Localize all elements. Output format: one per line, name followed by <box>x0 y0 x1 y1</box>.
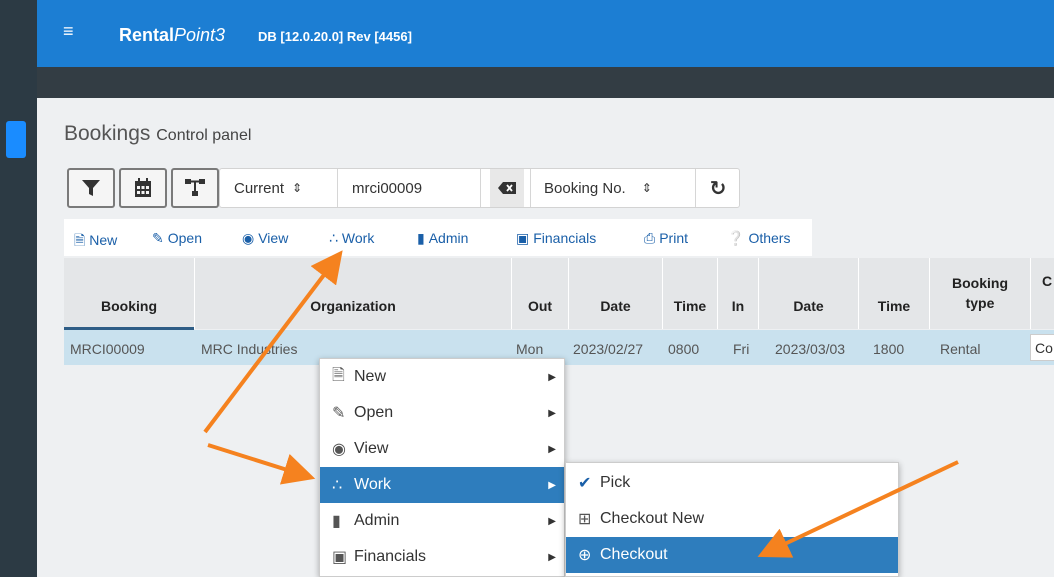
filter-icon <box>82 180 100 196</box>
action-view[interactable]: ◉ View <box>242 230 288 247</box>
hierarchy-button[interactable] <box>171 168 219 208</box>
action-print[interactable]: ⎙ Print <box>644 230 688 247</box>
plus-square-icon: ⊞ <box>578 511 592 528</box>
top-navbar: ≡ RentalPoint3 DB [12.0.20.0] Rev [4456] <box>37 0 1054 67</box>
check-icon: ✔ <box>578 475 592 492</box>
folder-icon: ▮ <box>417 230 425 246</box>
search-field-select[interactable]: Booking No. ⇕ <box>544 169 694 207</box>
chevron-right-icon: ▶ <box>548 551 556 563</box>
folder-icon: ▮ <box>332 513 341 530</box>
cell-organization: MRC Industries <box>201 341 298 357</box>
refresh-icon: ↻ <box>709 177 727 200</box>
action-others[interactable]: ❔ Others <box>727 230 790 247</box>
menu-item-financials[interactable]: ▣ Financials ▶ <box>320 539 564 575</box>
sidebar-tab[interactable] <box>6 121 26 158</box>
eye-icon: ◉ <box>332 441 346 458</box>
table-header: Booking Organization Out Date Time In Da… <box>64 258 1054 329</box>
print-icon: ⎙ <box>644 230 656 246</box>
edit-icon: ✎ <box>332 405 346 422</box>
backspace-icon <box>498 182 516 194</box>
eye-icon: ◉ <box>242 230 255 246</box>
money-icon: ▣ <box>516 230 530 246</box>
search-toolbar: Current ⇕ mrci00009 Booking No. ⇕ ↻ <box>219 168 740 208</box>
col-organization[interactable]: Organization <box>195 298 511 314</box>
menu-item-view[interactable]: ◉ View ▶ <box>320 431 564 467</box>
cell-booking: MRCI00009 <box>70 341 145 357</box>
col-booking-type[interactable]: Booking type <box>930 273 1030 313</box>
action-new[interactable]: 🗎 New <box>74 230 117 254</box>
col-in[interactable]: In <box>718 298 758 314</box>
submenu-item-pick[interactable]: ✔ Pick <box>566 465 898 501</box>
action-financials[interactable]: ▣ Financials <box>516 230 596 247</box>
cell-in-time: 1800 <box>873 341 905 357</box>
current-select[interactable]: Current ⇕ <box>234 169 334 207</box>
chevron-right-icon: ▶ <box>548 407 556 419</box>
cell-booking-type: Rental <box>940 341 981 357</box>
col-out-time[interactable]: Time <box>663 298 717 314</box>
col-clipped[interactable]: C <box>1042 273 1052 289</box>
question-icon: ❔ <box>727 230 745 246</box>
context-menu: 🗎 New ▶ ✎ Open ▶ ◉ View ▶ ∴ Work ▶ ▮ Admin ▶ ▣ Fina… <box>319 358 565 577</box>
search-input[interactable]: mrci00009 <box>352 169 477 207</box>
select-caret-icon: ⇕ <box>292 181 303 195</box>
action-work[interactable]: ∴ Work <box>329 230 374 247</box>
cell-out-date: 2023/02/27 <box>573 341 644 357</box>
chevron-right-icon: ▶ <box>548 371 556 383</box>
calendar-icon <box>135 178 151 197</box>
page-subtitle: Control panel <box>156 127 252 144</box>
secondary-bar <box>37 67 1054 98</box>
sitemap-icon <box>185 179 205 196</box>
col-out-date[interactable]: Date <box>569 298 662 314</box>
cell-out-time: 0800 <box>668 341 700 357</box>
menu-item-new[interactable]: 🗎 New ▶ <box>320 359 564 395</box>
left-sidebar <box>0 0 37 577</box>
chevron-right-icon: ▶ <box>548 443 556 455</box>
work-submenu: ✔ Pick ⊞ Checkout New ⊕ Checkout <box>565 462 899 577</box>
spinner-icon: ∴ <box>329 230 338 246</box>
cell-clipped: Co <box>1030 334 1054 361</box>
money-icon: ▣ <box>332 549 348 566</box>
page-title: Bookings Control panel <box>64 122 252 145</box>
refresh-button[interactable]: ↻ <box>696 169 740 207</box>
hamburger-menu-icon[interactable]: ≡ <box>63 22 74 40</box>
db-version-info: DB [12.0.20.0] Rev [4456] <box>258 29 412 44</box>
menu-item-work[interactable]: ∴ Work ▶ <box>320 467 564 503</box>
action-admin[interactable]: ▮ Admin <box>417 230 468 247</box>
select-caret-icon: ⇕ <box>641 181 652 195</box>
file-icon: 🗎 <box>74 232 86 248</box>
submenu-item-checkout[interactable]: ⊕ Checkout <box>566 537 898 573</box>
calendar-button[interactable] <box>119 168 167 208</box>
app-brand: RentalPoint3 <box>119 25 226 45</box>
col-in-time[interactable]: Time <box>859 298 929 314</box>
clear-search-button[interactable] <box>490 169 524 207</box>
col-out[interactable]: Out <box>512 298 568 314</box>
submenu-item-checkout-new[interactable]: ⊞ Checkout New <box>566 501 898 537</box>
cell-out: Mon <box>516 341 544 357</box>
col-in-date[interactable]: Date <box>759 298 858 314</box>
menu-item-admin[interactable]: ▮ Admin ▶ <box>320 503 564 539</box>
action-bar: 🗎 New ✎ Open ◉ View ∴ Work ▮ Admin ▣ Financial… <box>64 219 812 256</box>
plus-circle-icon: ⊕ <box>578 547 592 564</box>
chevron-right-icon: ▶ <box>548 515 556 527</box>
action-open[interactable]: ✎ Open <box>152 230 202 247</box>
spinner-icon: ∴ <box>332 477 343 494</box>
filter-button[interactable] <box>67 168 115 208</box>
edit-icon: ✎ <box>152 230 164 246</box>
col-booking[interactable]: Booking <box>64 298 194 314</box>
chevron-right-icon: ▶ <box>548 479 556 491</box>
menu-item-open[interactable]: ✎ Open ▶ <box>320 395 564 431</box>
file-icon: 🗎 <box>332 366 345 384</box>
cell-in-date: 2023/03/03 <box>775 341 846 357</box>
cell-in: Fri <box>733 341 750 357</box>
